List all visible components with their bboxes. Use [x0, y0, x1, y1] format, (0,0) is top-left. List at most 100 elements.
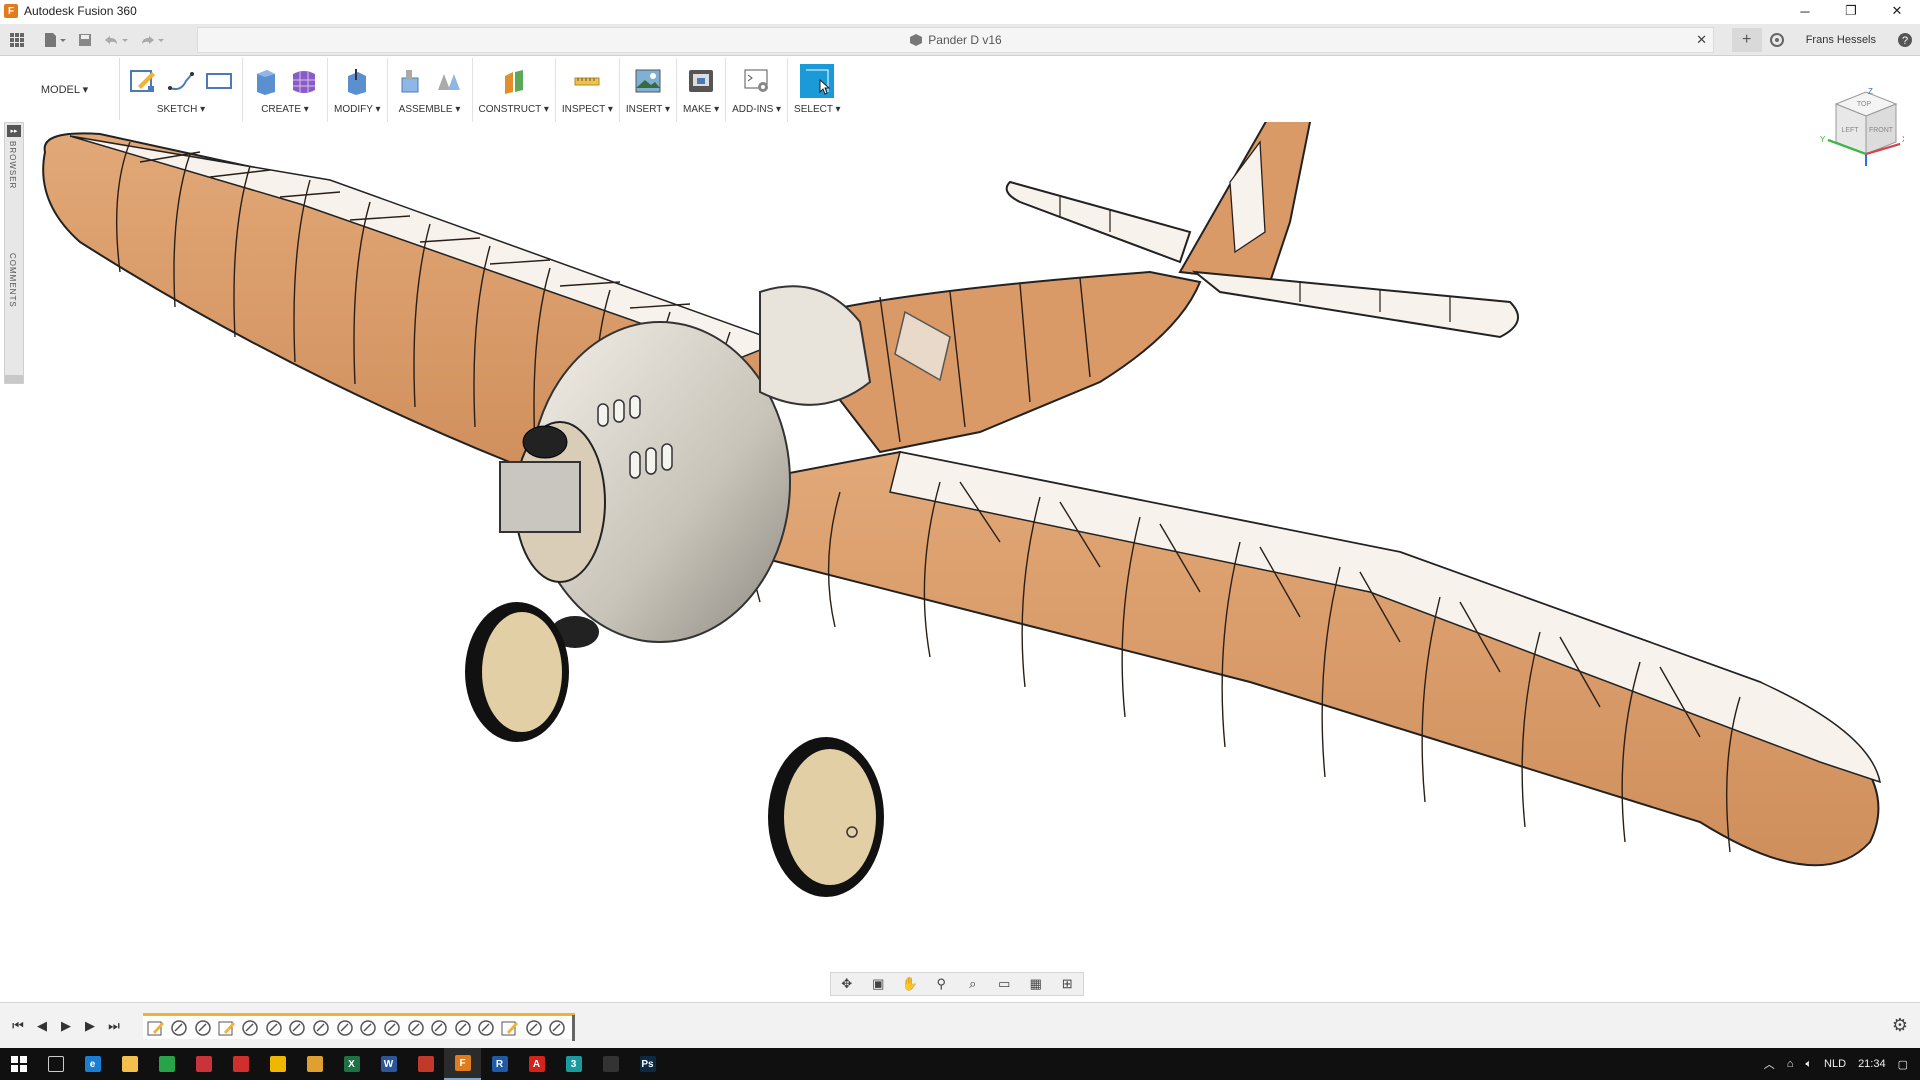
step-forward-icon[interactable]: ▶: [78, 1014, 102, 1038]
timeline-feature[interactable]: [523, 1018, 545, 1038]
taskbar-photoshop-icon[interactable]: Ps: [629, 1048, 666, 1080]
timeline-feature[interactable]: [546, 1018, 568, 1038]
inspect-menu[interactable]: INSPECT ▾: [562, 104, 613, 115]
line-icon[interactable]: [164, 64, 198, 98]
display-settings-icon[interactable]: ▭: [993, 975, 1015, 993]
look-at-icon[interactable]: ▣: [867, 975, 889, 993]
new-tab-plus-icon[interactable]: +: [1731, 28, 1762, 52]
measure-icon[interactable]: [570, 64, 604, 98]
insert-image-icon[interactable]: [631, 64, 665, 98]
new-component-icon[interactable]: [394, 64, 428, 98]
timeline-feature[interactable]: [287, 1018, 309, 1038]
go-to-end-icon[interactable]: ⏭: [102, 1014, 126, 1038]
timeline-feature[interactable]: [428, 1018, 450, 1038]
assemble-menu[interactable]: ASSEMBLE ▾: [399, 104, 461, 115]
press-pull-icon[interactable]: [340, 64, 374, 98]
taskbar-app-teal-icon[interactable]: 3: [555, 1048, 592, 1080]
modify-menu[interactable]: MODIFY ▾: [334, 104, 381, 115]
play-icon[interactable]: ▶: [54, 1014, 78, 1038]
create-sketch-icon[interactable]: [126, 64, 160, 98]
3d-print-icon[interactable]: [684, 64, 718, 98]
timeline-feature[interactable]: [216, 1018, 238, 1038]
timeline-sketch-feature[interactable]: [145, 1018, 167, 1038]
notifications-icon[interactable]: ▢: [1898, 1058, 1908, 1071]
timeline-feature[interactable]: [499, 1018, 521, 1038]
taskbar-app-dark-icon[interactable]: [592, 1048, 629, 1080]
joint-icon[interactable]: [432, 64, 466, 98]
taskbar-edge-icon[interactable]: e: [74, 1048, 111, 1080]
restore-button[interactable]: ❐: [1828, 0, 1874, 22]
make-menu[interactable]: MAKE ▾: [683, 104, 719, 115]
taskbar-file-explorer-icon[interactable]: [111, 1048, 148, 1080]
browser-tab[interactable]: BROWSER: [8, 141, 17, 189]
timeline-feature[interactable]: [263, 1018, 285, 1038]
job-status-icon[interactable]: [1762, 28, 1792, 52]
go-to-start-icon[interactable]: ⏮: [6, 1014, 30, 1038]
taskbar-app-red3-icon[interactable]: [407, 1048, 444, 1080]
taskbar-app-green-icon[interactable]: [148, 1048, 185, 1080]
select-menu[interactable]: SELECT ▾: [794, 104, 841, 115]
addins-menu[interactable]: ADD-INS ▾: [732, 104, 781, 115]
minimize-button[interactable]: ─: [1782, 0, 1828, 22]
orbit-icon[interactable]: ✥: [836, 975, 858, 993]
tray-expand-icon[interactable]: ︿: [1764, 1056, 1775, 1072]
document-tab[interactable]: Pander D v16 ✕: [197, 27, 1714, 53]
zoom-icon[interactable]: ⚲: [930, 975, 952, 993]
timeline-marker[interactable]: [571, 1014, 575, 1041]
step-back-icon[interactable]: ◀: [30, 1014, 54, 1038]
file-menu-icon[interactable]: [38, 28, 72, 52]
redo-icon[interactable]: [134, 28, 170, 52]
taskbar-excel-icon[interactable]: X: [333, 1048, 370, 1080]
close-tab-icon[interactable]: ✕: [1696, 32, 1707, 48]
grid-settings-icon[interactable]: ▦: [1025, 975, 1047, 993]
start-button[interactable]: [0, 1048, 37, 1080]
user-name[interactable]: Frans Hessels: [1806, 34, 1876, 46]
create-menu[interactable]: CREATE ▾: [261, 104, 309, 115]
form-icon[interactable]: [287, 64, 321, 98]
timeline-feature[interactable]: [357, 1018, 379, 1038]
close-window-button[interactable]: ✕: [1874, 0, 1920, 22]
timeline-feature[interactable]: [452, 1018, 474, 1038]
undo-icon[interactable]: [98, 28, 134, 52]
viewcube[interactable]: TOP LEFT FRONT X Y Z: [1814, 84, 1908, 170]
taskbar-revit-icon[interactable]: R: [481, 1048, 518, 1080]
construct-menu[interactable]: CONSTRUCT ▾: [479, 104, 549, 115]
taskbar-word-icon[interactable]: W: [370, 1048, 407, 1080]
rectangle-icon[interactable]: [202, 64, 236, 98]
zoom-window-icon[interactable]: ⌕: [962, 975, 984, 993]
workspace-switcher[interactable]: MODEL ▾: [10, 58, 120, 120]
timeline-feature[interactable]: [381, 1018, 403, 1038]
scripts-addins-icon[interactable]: [740, 64, 774, 98]
help-icon[interactable]: ?: [1890, 28, 1920, 52]
clock[interactable]: 21:34: [1858, 1058, 1886, 1070]
timeline-feature[interactable]: [405, 1018, 427, 1038]
volume-icon[interactable]: 🔈︎: [1805, 1058, 1812, 1071]
sketch-menu[interactable]: SKETCH ▾: [157, 104, 205, 115]
expand-panel-icon[interactable]: ▸▸: [7, 125, 21, 137]
taskbar-acrobat-icon[interactable]: A: [518, 1048, 555, 1080]
taskbar-chrome-icon[interactable]: [296, 1048, 333, 1080]
timeline-feature[interactable]: [239, 1018, 261, 1038]
timeline-settings-icon[interactable]: ⚙: [1892, 1015, 1908, 1036]
taskbar-app-yellow-icon[interactable]: [259, 1048, 296, 1080]
timeline-feature[interactable]: [310, 1018, 332, 1038]
taskbar-fusion360-icon[interactable]: F: [444, 1048, 481, 1080]
language-indicator[interactable]: NLD: [1824, 1058, 1846, 1070]
taskbar-task-view-icon[interactable]: [37, 1048, 74, 1080]
timeline-feature[interactable]: [192, 1018, 214, 1038]
insert-menu[interactable]: INSERT ▾: [626, 104, 670, 115]
taskbar-app-red-icon[interactable]: [185, 1048, 222, 1080]
timeline-feature[interactable]: [476, 1018, 498, 1038]
timeline-feature[interactable]: [169, 1018, 191, 1038]
timeline-feature[interactable]: [334, 1018, 356, 1038]
network-icon[interactable]: ⌂: [1787, 1058, 1794, 1070]
canvas-viewport[interactable]: TOP LEFT FRONT X Y Z: [0, 60, 1920, 1000]
save-icon[interactable]: [72, 28, 98, 52]
offset-plane-icon[interactable]: [497, 64, 531, 98]
data-panel-grid-icon[interactable]: [4, 28, 30, 52]
taskbar-app-red2-icon[interactable]: [222, 1048, 259, 1080]
timeline-track[interactable]: [143, 1013, 575, 1041]
pan-hand-icon[interactable]: ✋: [899, 975, 921, 993]
viewports-icon[interactable]: ⊞: [1056, 975, 1078, 993]
extrude-icon[interactable]: [249, 64, 283, 98]
